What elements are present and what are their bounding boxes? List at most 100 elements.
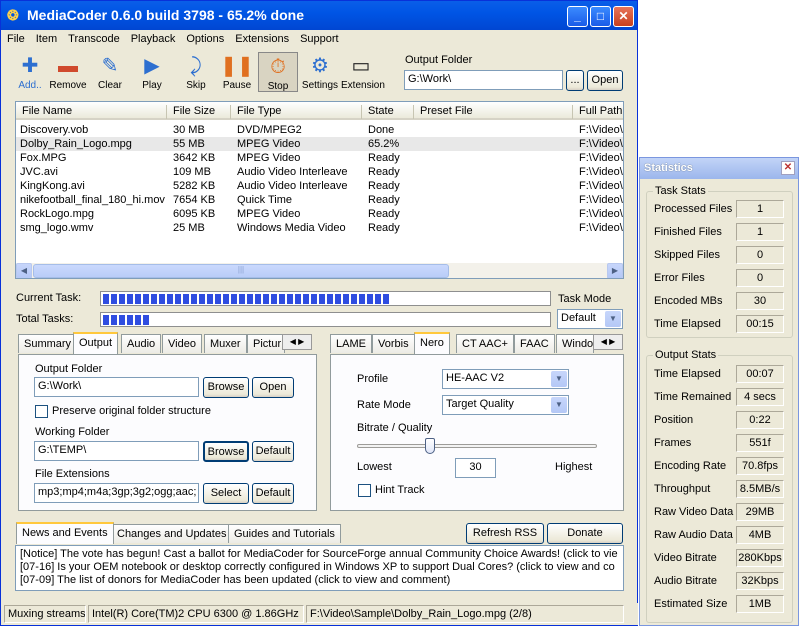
tab-lame[interactable]: LAME: [330, 334, 372, 353]
panel-open-button[interactable]: Open: [252, 377, 294, 398]
tab-nero[interactable]: Nero: [414, 332, 450, 354]
progress-segment: [231, 294, 237, 304]
panel-output-folder-field[interactable]: G:\Work\: [34, 377, 199, 397]
file-extensions-default-button[interactable]: Default: [252, 483, 294, 504]
working-folder-field[interactable]: G:\TEMP\: [34, 441, 199, 461]
pause-button[interactable]: ❚❚ Pause: [217, 52, 257, 92]
horizontal-scrollbar[interactable]: ◀ ||| ▶: [16, 263, 623, 278]
working-folder-browse-button[interactable]: Browse: [203, 441, 249, 462]
tab-changes-and-updates[interactable]: Changes and Updates: [111, 524, 233, 543]
preserve-structure-checkbox[interactable]: [35, 405, 48, 418]
stop-button[interactable]: ⏱ Stop: [258, 52, 298, 92]
tab-news-and-events[interactable]: News and Events: [16, 522, 114, 544]
menu-playback[interactable]: Playback: [125, 31, 181, 45]
file-cell-path: F:\Video\: [579, 124, 623, 136]
statistics-close-icon[interactable]: ✕: [781, 161, 795, 175]
bitrate-slider-thumb[interactable]: [425, 438, 435, 454]
file-extensions-field[interactable]: mp3;mp4;m4a;3gp;3g2;ogg;aac;: [34, 483, 199, 503]
tab-ct-aac[interactable]: CT AAC+: [456, 334, 514, 353]
col-file-name[interactable]: File Name: [16, 105, 72, 119]
tab-summary[interactable]: Summary: [18, 334, 78, 353]
file-extensions-select-button[interactable]: Select: [203, 483, 249, 504]
tab-output[interactable]: Output: [73, 332, 119, 354]
file-row[interactable]: JVC.avi 109 MB Audio Video Interleave Ready…: [16, 165, 623, 179]
play-icon: ▶: [144, 55, 160, 77]
menu-file[interactable]: File: [1, 31, 30, 45]
file-row[interactable]: KingKong.avi 5282 KB Audio Video Interleav…: [16, 179, 623, 193]
output-folder-field[interactable]: G:\Work\: [404, 70, 563, 90]
col-state[interactable]: State: [361, 105, 394, 119]
skip-icon: ⤸: [190, 55, 202, 77]
col-full-path[interactable]: Full Path: [572, 105, 622, 119]
profile-select[interactable]: HE-AAC V2 ▼: [442, 369, 569, 389]
col-file-type[interactable]: File Type: [230, 105, 281, 119]
progress-segment: [127, 315, 133, 325]
chevron-down-icon: ▼: [605, 311, 621, 327]
play-button[interactable]: ▶ Play: [132, 52, 172, 92]
menu-item[interactable]: Item: [30, 31, 62, 45]
extension-button[interactable]: ▭ Extension: [341, 52, 385, 92]
tab-faac[interactable]: FAAC: [514, 334, 555, 353]
maximize-button[interactable]: □: [590, 6, 611, 27]
news-item[interactable]: [07-09] The list of donors for MediaCode…: [20, 574, 450, 586]
col-preset-file[interactable]: Preset File: [413, 105, 473, 119]
news-item[interactable]: [07-16] Is your OEM notebook or desktop …: [20, 561, 615, 573]
add-button[interactable]: ✚ Add..: [10, 52, 50, 92]
menu-options[interactable]: Options: [180, 31, 229, 45]
stat-label: Error Files: [654, 272, 705, 284]
quality-value-field[interactable]: 30: [455, 458, 496, 478]
refresh-rss-button[interactable]: Refresh RSS: [466, 523, 544, 544]
tab-vorbis[interactable]: Vorbis: [372, 334, 415, 353]
stat-row: Error Files 0: [654, 269, 790, 287]
file-row[interactable]: nikefootball_final_180_hi.mov 7654 KB Quic…: [16, 193, 623, 207]
rate-mode-select[interactable]: Target Quality ▼: [442, 395, 569, 415]
menu-support[interactable]: Support: [294, 31, 344, 45]
left-tab-scroll[interactable]: ◀ ▶: [282, 334, 312, 350]
file-row[interactable]: Dolby_Rain_Logo.mpg 55 MB MPEG Video 65.2% F…: [16, 137, 623, 151]
chevron-down-icon: ▼: [551, 397, 567, 413]
file-row[interactable]: RockLogo.mpg 6095 KB MPEG Video Ready F:\Vid…: [16, 207, 623, 221]
scroll-right-icon[interactable]: ▶: [607, 263, 623, 278]
close-button[interactable]: ✕: [613, 6, 634, 27]
title-bar[interactable]: ❂ MediaCoder 0.6.0 build 3798 - 65.2% do…: [1, 1, 637, 30]
settings-button[interactable]: ⚙ Settings: [300, 52, 340, 92]
news-item[interactable]: [Notice] The vote has begun! Cast a ball…: [20, 548, 618, 560]
minimize-button[interactable]: _: [567, 6, 588, 27]
tab-guides-and-tutorials[interactable]: Guides and Tutorials: [228, 524, 341, 543]
news-list[interactable]: [Notice] The vote has begun! Cast a ball…: [15, 545, 624, 591]
col-file-size[interactable]: File Size: [166, 105, 215, 119]
task-mode-select[interactable]: Default ▼: [557, 309, 623, 329]
progress-segment: [191, 294, 197, 304]
remove-button[interactable]: ▬ Remove: [48, 52, 88, 92]
scroll-left-icon[interactable]: ◀: [16, 263, 32, 278]
hint-track-checkbox[interactable]: [358, 484, 371, 497]
progress-segment: [263, 294, 269, 304]
tab-windows[interactable]: Windo: [556, 334, 594, 353]
working-folder-default-button[interactable]: Default: [252, 441, 294, 462]
stat-row: Encoded MBs 30: [654, 292, 790, 310]
bitrate-slider-track[interactable]: [357, 444, 597, 448]
progress-segment: [335, 294, 341, 304]
file-cell-size: 3642 KB: [173, 152, 216, 164]
donate-button[interactable]: Donate: [547, 523, 623, 544]
file-cell-name: Discovery.vob: [20, 124, 89, 136]
menu-transcode[interactable]: Transcode: [62, 31, 125, 45]
file-row[interactable]: Discovery.vob 30 MB DVD/MPEG2 Done F:\Video\: [16, 123, 623, 137]
statistics-title-bar[interactable]: Statistics ✕: [640, 158, 798, 179]
tab-video[interactable]: Video: [162, 334, 202, 353]
right-tab-scroll[interactable]: ◀ ▶: [593, 334, 623, 350]
panel-browse-button[interactable]: Browse: [203, 377, 249, 398]
output-folder-browse-button[interactable]: ...: [566, 70, 584, 91]
skip-button[interactable]: ⤸ Skip: [176, 52, 216, 92]
file-row[interactable]: smg_logo.wmv 25 MB Windows Media Video Read…: [16, 221, 623, 235]
output-folder-open-button[interactable]: Open: [587, 70, 623, 91]
tab-muxer[interactable]: Muxer: [204, 334, 247, 353]
scroll-thumb[interactable]: |||: [33, 264, 449, 278]
tab-audio[interactable]: Audio: [121, 334, 162, 353]
pause-icon: ❚❚: [220, 55, 254, 77]
file-row[interactable]: Fox.MPG 3642 KB MPEG Video Ready F:\Video\: [16, 151, 623, 165]
file-list[interactable]: File Name File Size File Type State Pres…: [15, 101, 624, 279]
tab-picture[interactable]: Pictur: [247, 334, 285, 353]
menu-extensions[interactable]: Extensions: [229, 31, 294, 45]
clear-button[interactable]: ✎ Clear: [90, 52, 130, 92]
